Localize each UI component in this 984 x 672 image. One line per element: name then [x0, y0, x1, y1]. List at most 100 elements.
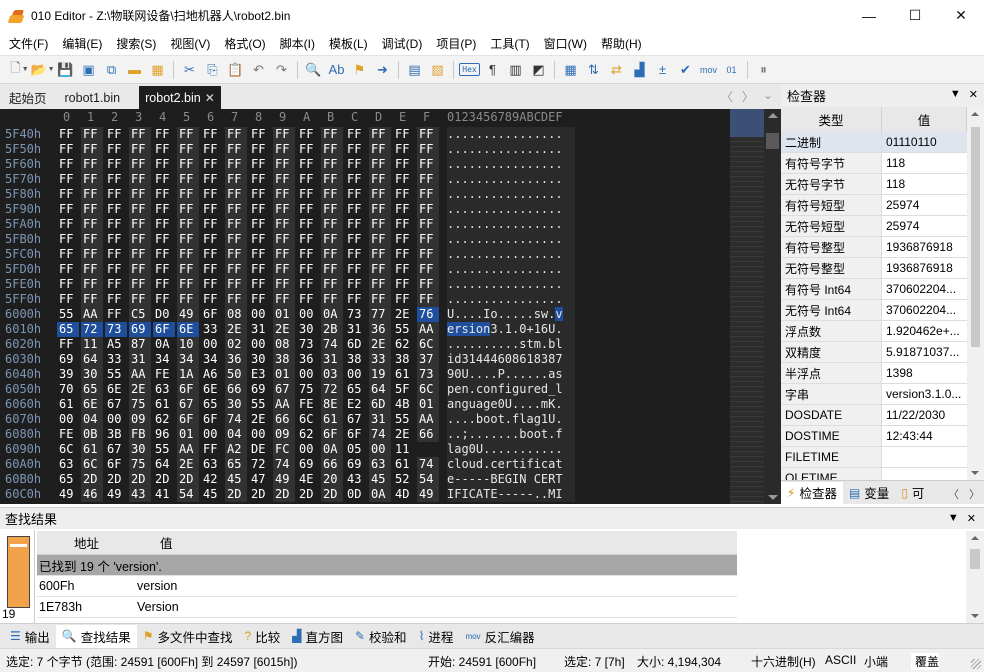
hex-ascii[interactable]: id31444608618387 — [447, 352, 575, 367]
inspector-value[interactable] — [882, 447, 967, 468]
hex-byte[interactable]: 76 — [417, 307, 439, 322]
hex-byte[interactable]: 63 — [57, 457, 79, 472]
hex-byte[interactable]: FF — [321, 202, 343, 217]
highlight-icon[interactable]: ◩ — [527, 59, 550, 81]
inspector-row[interactable]: FILETIME — [781, 447, 967, 468]
hex-byte[interactable]: FF — [369, 277, 391, 292]
hex-byte[interactable]: 62 — [153, 412, 175, 427]
hex-byte[interactable]: FF — [201, 232, 223, 247]
hex-byte[interactable]: 2E — [249, 412, 271, 427]
hex-byte[interactable]: A6 — [201, 367, 223, 382]
hex-byte[interactable]: 00 — [297, 442, 319, 457]
hex-byte[interactable]: FF — [105, 172, 127, 187]
hex-byte[interactable]: FF — [297, 277, 319, 292]
hex-byte[interactable]: 49 — [57, 487, 79, 502]
menu-window[interactable]: 窗口(W) — [537, 35, 594, 52]
inspector-value[interactable]: 118 — [882, 174, 967, 195]
hex-byte[interactable]: FF — [369, 217, 391, 232]
hex-byte[interactable]: 49 — [105, 487, 127, 502]
hex-byte[interactable]: FF — [393, 232, 415, 247]
hex-byte[interactable]: 73 — [345, 307, 367, 322]
hex-byte[interactable]: 01 — [273, 307, 295, 322]
chevron-down-icon[interactable]: ⌄ — [763, 88, 773, 105]
hex-byte[interactable]: 6E — [201, 382, 223, 397]
hex-byte[interactable]: FF — [201, 217, 223, 232]
hex-byte[interactable]: 61 — [81, 442, 103, 457]
hex-ascii[interactable]: ................ — [447, 247, 575, 262]
hex-byte[interactable]: FF — [225, 277, 247, 292]
save-all-icon[interactable]: ⧉ — [100, 59, 123, 81]
hex-byte[interactable]: FF — [105, 262, 127, 277]
hex-byte[interactable]: 55 — [57, 307, 79, 322]
hex-byte[interactable]: FF — [81, 247, 103, 262]
hex-byte[interactable]: FF — [153, 277, 175, 292]
hex-byte[interactable]: 72 — [321, 382, 343, 397]
hex-byte[interactable]: FF — [225, 217, 247, 232]
hex-byte[interactable]: FF — [321, 142, 343, 157]
inspector-row[interactable]: 有符号整型 1936876918 — [781, 237, 967, 258]
hex-byte[interactable]: 69 — [249, 382, 271, 397]
hex-byte[interactable]: FF — [273, 292, 295, 307]
hex-byte[interactable]: 33 — [201, 322, 223, 337]
hex-byte[interactable]: FF — [273, 262, 295, 277]
hex-byte[interactable]: FF — [81, 142, 103, 157]
hex-byte[interactable]: FF — [249, 157, 271, 172]
hex-byte[interactable]: 31 — [369, 412, 391, 427]
save-icon[interactable]: 💾 — [54, 59, 77, 81]
hex-byte[interactable]: 74 — [321, 337, 343, 352]
checksum-icon[interactable]: ± — [651, 59, 674, 81]
undo-icon[interactable]: ↶ — [247, 59, 270, 81]
hex-byte[interactable]: FF — [57, 202, 79, 217]
hex-byte[interactable]: 43 — [345, 472, 367, 487]
inspector-row[interactable]: 无符号整型 1936876918 — [781, 258, 967, 279]
hex-ascii[interactable]: ....boot.flag1U. — [447, 412, 575, 427]
hex-byte[interactable]: FF — [345, 202, 367, 217]
hex-byte[interactable]: 36 — [225, 352, 247, 367]
tab-variables[interactable]: ▤ 变量 — [843, 482, 895, 504]
hex-ascii[interactable]: ................ — [447, 187, 575, 202]
hex-byte[interactable]: FF — [225, 262, 247, 277]
hex-byte[interactable]: 34 — [177, 352, 199, 367]
hex-byte[interactable]: 01 — [273, 367, 295, 382]
hex-byte[interactable]: FF — [201, 187, 223, 202]
hex-byte[interactable]: 61 — [57, 397, 79, 412]
inspector-value[interactable]: 1936876918 — [882, 237, 967, 258]
hex-byte[interactable]: 55 — [105, 367, 127, 382]
hex-byte[interactable]: FF — [417, 232, 439, 247]
hex-byte[interactable]: FF — [393, 172, 415, 187]
hex-byte[interactable]: DE — [249, 442, 271, 457]
hex-byte[interactable]: FF — [177, 157, 199, 172]
hex-byte[interactable]: FF — [177, 142, 199, 157]
hex-byte[interactable]: 55 — [249, 397, 271, 412]
hex-byte[interactable]: 33 — [105, 352, 127, 367]
hex-byte[interactable]: 55 — [393, 412, 415, 427]
inspector-value[interactable]: 25974 — [882, 195, 967, 216]
hex-byte[interactable]: FF — [417, 262, 439, 277]
hex-byte[interactable]: FF — [177, 232, 199, 247]
hex-ascii[interactable]: ..........stm.bl — [447, 337, 575, 352]
hex-byte[interactable]: FF — [417, 157, 439, 172]
run-template-icon[interactable]: ▤ — [403, 59, 426, 81]
inspector-value[interactable]: 1398 — [882, 363, 967, 384]
hex-byte[interactable]: 65 — [57, 322, 79, 337]
hex-byte[interactable]: FF — [321, 232, 343, 247]
find-icon[interactable]: 🔍 — [302, 59, 325, 81]
hex-byte[interactable]: FF — [345, 217, 367, 232]
hex-byte[interactable]: FF — [105, 307, 127, 322]
hex-byte[interactable]: FF — [369, 247, 391, 262]
hex-byte[interactable]: 4D — [393, 487, 415, 502]
hex-byte[interactable]: FF — [105, 292, 127, 307]
hex-byte[interactable]: FF — [345, 292, 367, 307]
hex-byte[interactable]: FF — [345, 157, 367, 172]
inspector-row[interactable]: 有符号 Int64 370602204... — [781, 279, 967, 300]
hex-byte[interactable]: FF — [369, 127, 391, 142]
hex-byte[interactable]: FF — [297, 172, 319, 187]
hex-byte[interactable]: 33 — [369, 352, 391, 367]
tab-find-in-files[interactable]: ⚑ 多文件中查找 — [137, 625, 239, 648]
pin-icon[interactable]: ▼ — [948, 512, 959, 525]
hex-byte[interactable]: FF — [345, 142, 367, 157]
hex-byte[interactable]: FF — [369, 202, 391, 217]
hex-byte[interactable]: 6D — [345, 337, 367, 352]
hex-byte[interactable]: 08 — [225, 307, 247, 322]
hex-byte[interactable]: FF — [81, 262, 103, 277]
